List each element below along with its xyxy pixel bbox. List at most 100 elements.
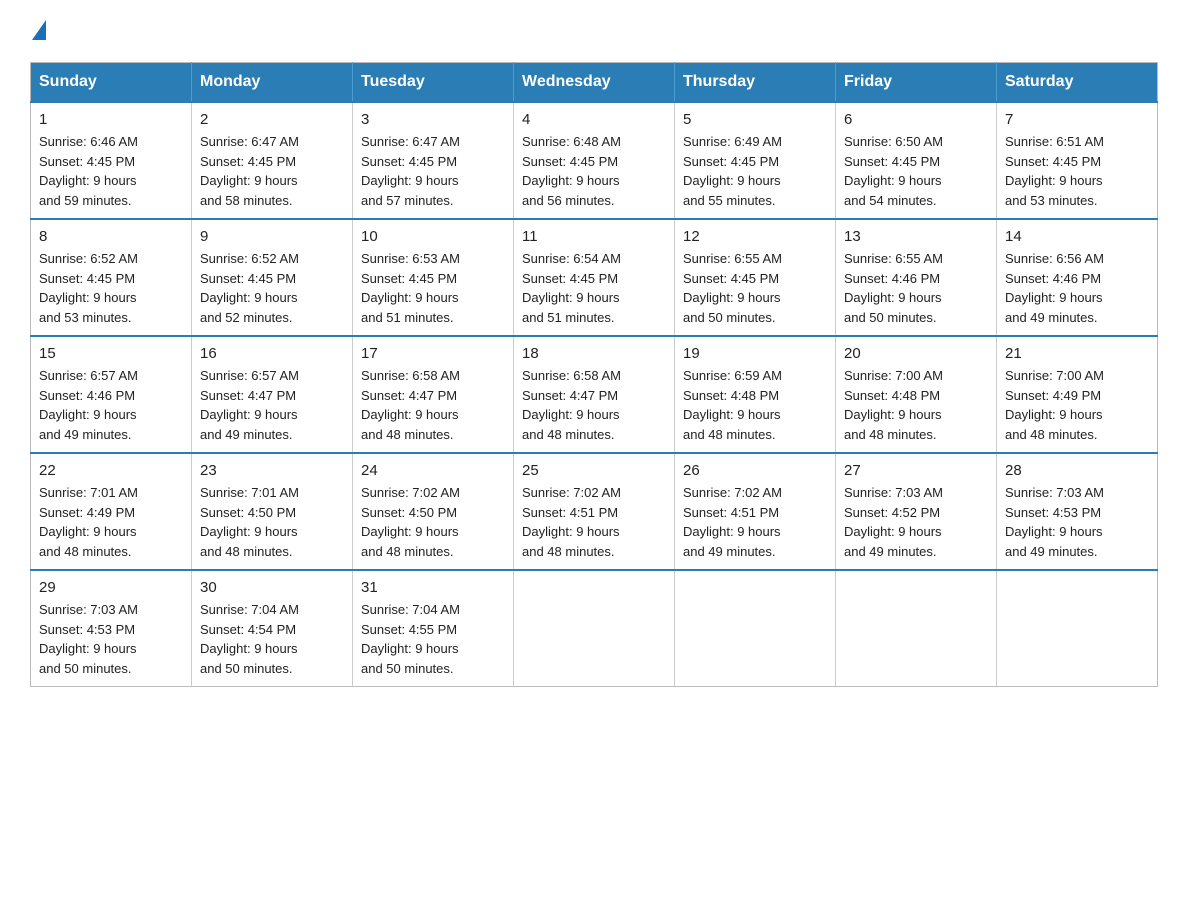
calendar-cell: 30 Sunrise: 7:04 AM Sunset: 4:54 PM Dayl… [192,570,353,687]
calendar-cell: 25 Sunrise: 7:02 AM Sunset: 4:51 PM Dayl… [514,453,675,570]
day-info: Sunrise: 7:02 AM Sunset: 4:51 PM Dayligh… [522,483,666,561]
day-info: Sunrise: 6:46 AM Sunset: 4:45 PM Dayligh… [39,132,183,210]
day-number: 1 [39,111,183,128]
weekday-header-tuesday: Tuesday [353,63,514,103]
day-number: 30 [200,579,344,596]
day-info: Sunrise: 6:56 AM Sunset: 4:46 PM Dayligh… [1005,249,1149,327]
calendar-cell: 18 Sunrise: 6:58 AM Sunset: 4:47 PM Dayl… [514,336,675,453]
day-number: 12 [683,228,827,245]
calendar-cell: 23 Sunrise: 7:01 AM Sunset: 4:50 PM Dayl… [192,453,353,570]
day-number: 21 [1005,345,1149,362]
calendar-cell: 8 Sunrise: 6:52 AM Sunset: 4:45 PM Dayli… [31,219,192,336]
calendar-week-row: 15 Sunrise: 6:57 AM Sunset: 4:46 PM Dayl… [31,336,1158,453]
day-number: 14 [1005,228,1149,245]
day-number: 4 [522,111,666,128]
day-info: Sunrise: 7:02 AM Sunset: 4:51 PM Dayligh… [683,483,827,561]
day-info: Sunrise: 6:47 AM Sunset: 4:45 PM Dayligh… [361,132,505,210]
day-number: 8 [39,228,183,245]
day-info: Sunrise: 7:01 AM Sunset: 4:50 PM Dayligh… [200,483,344,561]
day-info: Sunrise: 6:58 AM Sunset: 4:47 PM Dayligh… [361,366,505,444]
weekday-header-monday: Monday [192,63,353,103]
day-number: 10 [361,228,505,245]
calendar-cell [675,570,836,687]
page-header [30,20,1158,44]
day-number: 18 [522,345,666,362]
calendar-cell: 21 Sunrise: 7:00 AM Sunset: 4:49 PM Dayl… [997,336,1158,453]
day-info: Sunrise: 6:55 AM Sunset: 4:45 PM Dayligh… [683,249,827,327]
day-info: Sunrise: 6:49 AM Sunset: 4:45 PM Dayligh… [683,132,827,210]
calendar-cell: 24 Sunrise: 7:02 AM Sunset: 4:50 PM Dayl… [353,453,514,570]
day-info: Sunrise: 6:58 AM Sunset: 4:47 PM Dayligh… [522,366,666,444]
day-info: Sunrise: 6:55 AM Sunset: 4:46 PM Dayligh… [844,249,988,327]
day-number: 25 [522,462,666,479]
day-info: Sunrise: 6:48 AM Sunset: 4:45 PM Dayligh… [522,132,666,210]
day-number: 7 [1005,111,1149,128]
calendar-cell: 16 Sunrise: 6:57 AM Sunset: 4:47 PM Dayl… [192,336,353,453]
weekday-header-wednesday: Wednesday [514,63,675,103]
calendar-cell: 19 Sunrise: 6:59 AM Sunset: 4:48 PM Dayl… [675,336,836,453]
day-info: Sunrise: 6:53 AM Sunset: 4:45 PM Dayligh… [361,249,505,327]
day-number: 3 [361,111,505,128]
day-info: Sunrise: 7:03 AM Sunset: 4:52 PM Dayligh… [844,483,988,561]
day-info: Sunrise: 6:57 AM Sunset: 4:47 PM Dayligh… [200,366,344,444]
calendar-cell: 4 Sunrise: 6:48 AM Sunset: 4:45 PM Dayli… [514,102,675,219]
calendar-week-row: 29 Sunrise: 7:03 AM Sunset: 4:53 PM Dayl… [31,570,1158,687]
day-info: Sunrise: 7:03 AM Sunset: 4:53 PM Dayligh… [39,600,183,678]
calendar-cell: 13 Sunrise: 6:55 AM Sunset: 4:46 PM Dayl… [836,219,997,336]
day-number: 29 [39,579,183,596]
calendar-cell: 14 Sunrise: 6:56 AM Sunset: 4:46 PM Dayl… [997,219,1158,336]
calendar-cell: 7 Sunrise: 6:51 AM Sunset: 4:45 PM Dayli… [997,102,1158,219]
calendar-table: SundayMondayTuesdayWednesdayThursdayFrid… [30,62,1158,687]
day-number: 24 [361,462,505,479]
calendar-cell: 22 Sunrise: 7:01 AM Sunset: 4:49 PM Dayl… [31,453,192,570]
day-number: 11 [522,228,666,245]
day-info: Sunrise: 7:02 AM Sunset: 4:50 PM Dayligh… [361,483,505,561]
day-info: Sunrise: 7:01 AM Sunset: 4:49 PM Dayligh… [39,483,183,561]
calendar-cell: 31 Sunrise: 7:04 AM Sunset: 4:55 PM Dayl… [353,570,514,687]
day-info: Sunrise: 6:47 AM Sunset: 4:45 PM Dayligh… [200,132,344,210]
day-info: Sunrise: 7:04 AM Sunset: 4:54 PM Dayligh… [200,600,344,678]
calendar-cell: 29 Sunrise: 7:03 AM Sunset: 4:53 PM Dayl… [31,570,192,687]
calendar-cell [997,570,1158,687]
day-number: 31 [361,579,505,596]
day-info: Sunrise: 6:57 AM Sunset: 4:46 PM Dayligh… [39,366,183,444]
day-number: 2 [200,111,344,128]
calendar-cell: 6 Sunrise: 6:50 AM Sunset: 4:45 PM Dayli… [836,102,997,219]
calendar-header-row: SundayMondayTuesdayWednesdayThursdayFrid… [31,63,1158,103]
calendar-cell: 2 Sunrise: 6:47 AM Sunset: 4:45 PM Dayli… [192,102,353,219]
weekday-header-saturday: Saturday [997,63,1158,103]
calendar-cell: 20 Sunrise: 7:00 AM Sunset: 4:48 PM Dayl… [836,336,997,453]
calendar-cell: 10 Sunrise: 6:53 AM Sunset: 4:45 PM Dayl… [353,219,514,336]
calendar-cell: 17 Sunrise: 6:58 AM Sunset: 4:47 PM Dayl… [353,336,514,453]
day-info: Sunrise: 6:54 AM Sunset: 4:45 PM Dayligh… [522,249,666,327]
day-info: Sunrise: 7:03 AM Sunset: 4:53 PM Dayligh… [1005,483,1149,561]
day-info: Sunrise: 7:00 AM Sunset: 4:49 PM Dayligh… [1005,366,1149,444]
calendar-cell: 11 Sunrise: 6:54 AM Sunset: 4:45 PM Dayl… [514,219,675,336]
calendar-cell: 26 Sunrise: 7:02 AM Sunset: 4:51 PM Dayl… [675,453,836,570]
day-info: Sunrise: 7:00 AM Sunset: 4:48 PM Dayligh… [844,366,988,444]
calendar-cell: 12 Sunrise: 6:55 AM Sunset: 4:45 PM Dayl… [675,219,836,336]
logo-triangle-icon [32,20,46,40]
weekday-header-thursday: Thursday [675,63,836,103]
logo-block [30,20,46,44]
day-number: 17 [361,345,505,362]
day-number: 26 [683,462,827,479]
calendar-cell: 3 Sunrise: 6:47 AM Sunset: 4:45 PM Dayli… [353,102,514,219]
calendar-cell: 28 Sunrise: 7:03 AM Sunset: 4:53 PM Dayl… [997,453,1158,570]
day-number: 5 [683,111,827,128]
calendar-week-row: 22 Sunrise: 7:01 AM Sunset: 4:49 PM Dayl… [31,453,1158,570]
day-number: 23 [200,462,344,479]
day-info: Sunrise: 6:52 AM Sunset: 4:45 PM Dayligh… [200,249,344,327]
day-number: 16 [200,345,344,362]
day-number: 19 [683,345,827,362]
day-number: 27 [844,462,988,479]
weekday-header-sunday: Sunday [31,63,192,103]
calendar-cell: 15 Sunrise: 6:57 AM Sunset: 4:46 PM Dayl… [31,336,192,453]
calendar-cell: 9 Sunrise: 6:52 AM Sunset: 4:45 PM Dayli… [192,219,353,336]
calendar-cell: 27 Sunrise: 7:03 AM Sunset: 4:52 PM Dayl… [836,453,997,570]
logo [30,20,46,44]
calendar-cell [514,570,675,687]
day-number: 13 [844,228,988,245]
calendar-cell: 1 Sunrise: 6:46 AM Sunset: 4:45 PM Dayli… [31,102,192,219]
calendar-cell: 5 Sunrise: 6:49 AM Sunset: 4:45 PM Dayli… [675,102,836,219]
